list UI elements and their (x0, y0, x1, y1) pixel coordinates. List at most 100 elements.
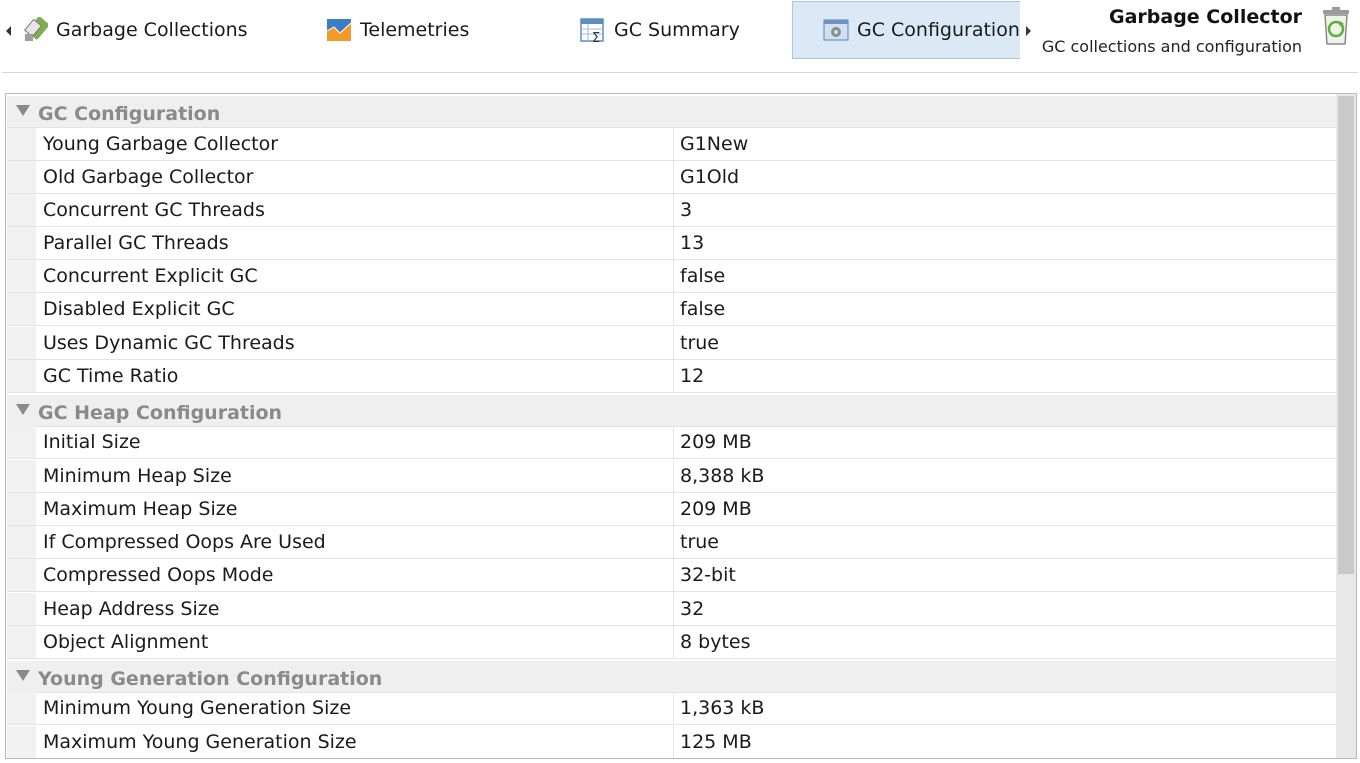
collapse-triangle-icon[interactable] (16, 105, 30, 116)
config-icon (823, 19, 849, 41)
row-gutter (7, 460, 36, 492)
column-divider (673, 493, 674, 525)
property-name: Heap Address Size (43, 598, 220, 620)
tab-garbage-collections[interactable]: Garbage Collections (22, 1, 282, 59)
property-name: Concurrent Explicit GC (43, 265, 258, 287)
property-name: Compressed Oops Mode (43, 564, 274, 586)
row-gutter (7, 526, 36, 558)
recycle-bin-icon (1323, 7, 1349, 45)
column-divider (673, 460, 674, 492)
property-name: Maximum Young Generation Size (43, 731, 357, 753)
property-value: 3 (680, 199, 693, 221)
property-value: 209 MB (680, 498, 752, 520)
property-value: G1New (680, 133, 749, 155)
page-title: Garbage Collector (1109, 6, 1302, 28)
property-value: 8 bytes (680, 631, 751, 653)
row-gutter (7, 194, 36, 226)
row-gutter (7, 692, 36, 724)
scrollbar-thumb[interactable] (1338, 96, 1354, 574)
column-divider (673, 194, 674, 226)
column-divider (673, 726, 674, 758)
group-gc-configuration[interactable]: GC Configuration (7, 96, 1336, 128)
table-row[interactable]: Heap Address Size 32 (7, 593, 1336, 626)
table-row[interactable]: Compressed Oops Mode 32-bit (7, 559, 1336, 592)
row-gutter (7, 493, 36, 525)
property-value: 12 (680, 365, 705, 387)
table-row[interactable]: Maximum Heap Size 209 MB (7, 493, 1336, 526)
property-value: 13 (680, 232, 705, 254)
row-gutter (7, 161, 36, 193)
row-gutter (7, 559, 36, 591)
table-row[interactable]: Minimum Young Generation Size 1,363 kB (7, 692, 1336, 725)
property-name: If Compressed Oops Are Used (43, 531, 326, 553)
property-value: 209 MB (680, 431, 752, 453)
collapse-triangle-icon[interactable] (16, 670, 30, 681)
summary-icon: Σ (580, 18, 604, 43)
table-row[interactable]: Uses Dynamic GC Threads true (7, 327, 1336, 360)
property-value: 32-bit (680, 564, 736, 586)
page-subtitle: GC collections and configuration (1041, 37, 1302, 56)
property-name: Minimum Young Generation Size (43, 697, 352, 719)
group-gc-heap-configuration[interactable]: GC Heap Configuration (7, 395, 1336, 427)
tab-gc-configuration[interactable]: GC Configuration (792, 1, 1020, 59)
svg-text:Σ: Σ (592, 31, 600, 43)
configuration-table: GC Configuration Young Garbage Collector… (5, 93, 1357, 759)
property-name: GC Time Ratio (43, 365, 179, 387)
property-value: false (680, 265, 726, 287)
column-divider (673, 692, 674, 724)
tab-label: Garbage Collections (56, 19, 248, 41)
table-row[interactable]: Parallel GC Threads 13 (7, 227, 1336, 260)
property-value: 125 MB (680, 731, 752, 753)
table-row[interactable]: Concurrent GC Threads 3 (7, 194, 1336, 227)
property-value: false (680, 298, 726, 320)
property-name: Parallel GC Threads (43, 232, 229, 254)
tab-telemetries[interactable]: Telemetries (326, 1, 556, 59)
row-gutter (7, 128, 36, 160)
group-young-generation-configuration[interactable]: Young Generation Configuration (7, 661, 1336, 693)
row-gutter (7, 293, 36, 325)
column-divider (673, 227, 674, 259)
row-gutter (7, 593, 36, 625)
column-divider (673, 128, 674, 160)
property-name: Object Alignment (43, 631, 209, 653)
collapse-triangle-icon[interactable] (16, 404, 30, 415)
scroll-tabs-left-icon[interactable] (6, 26, 11, 36)
column-divider (673, 426, 674, 458)
table-row[interactable]: If Compressed Oops Are Used true (7, 526, 1336, 559)
property-value: true (680, 531, 719, 553)
row-gutter (7, 426, 36, 458)
table-row[interactable]: Disabled Explicit GC false (7, 293, 1336, 326)
row-gutter (7, 227, 36, 259)
property-name: Disabled Explicit GC (43, 298, 235, 320)
property-value: G1Old (680, 166, 740, 188)
scroll-tabs-right-icon[interactable] (1026, 26, 1031, 36)
property-value: true (680, 332, 719, 354)
property-value: 1,363 kB (680, 697, 765, 719)
tab-gc-summary[interactable]: Σ GC Summary (580, 1, 780, 59)
table-row[interactable]: Old Garbage Collector G1Old (7, 161, 1336, 194)
tab-label: Telemetries (360, 19, 470, 41)
table-row[interactable]: Young Garbage Collector G1New (7, 128, 1336, 161)
property-name: Initial Size (43, 431, 141, 453)
row-gutter (7, 360, 36, 392)
table-row[interactable]: Object Alignment 8 bytes (7, 626, 1336, 659)
table-row[interactable]: Maximum Young Generation Size 125 MB (7, 726, 1336, 758)
tab-label: GC Summary (614, 19, 740, 41)
property-name: Young Garbage Collector (43, 133, 279, 155)
column-divider (673, 260, 674, 292)
column-divider (673, 593, 674, 625)
table-row[interactable]: Concurrent Explicit GC false (7, 260, 1336, 293)
tab-bar-divider (2, 72, 1358, 73)
property-name: Uses Dynamic GC Threads (43, 332, 295, 354)
property-name: Maximum Heap Size (43, 498, 238, 520)
telemetries-icon (326, 19, 352, 41)
property-name: Minimum Heap Size (43, 465, 232, 487)
row-gutter (7, 626, 36, 658)
table-row[interactable]: Initial Size 209 MB (7, 426, 1336, 459)
row-gutter (7, 726, 36, 758)
property-value: 32 (680, 598, 705, 620)
column-divider (673, 559, 674, 591)
column-divider (673, 293, 674, 325)
table-row[interactable]: GC Time Ratio 12 (7, 360, 1336, 393)
table-row[interactable]: Minimum Heap Size 8,388 kB (7, 460, 1336, 493)
